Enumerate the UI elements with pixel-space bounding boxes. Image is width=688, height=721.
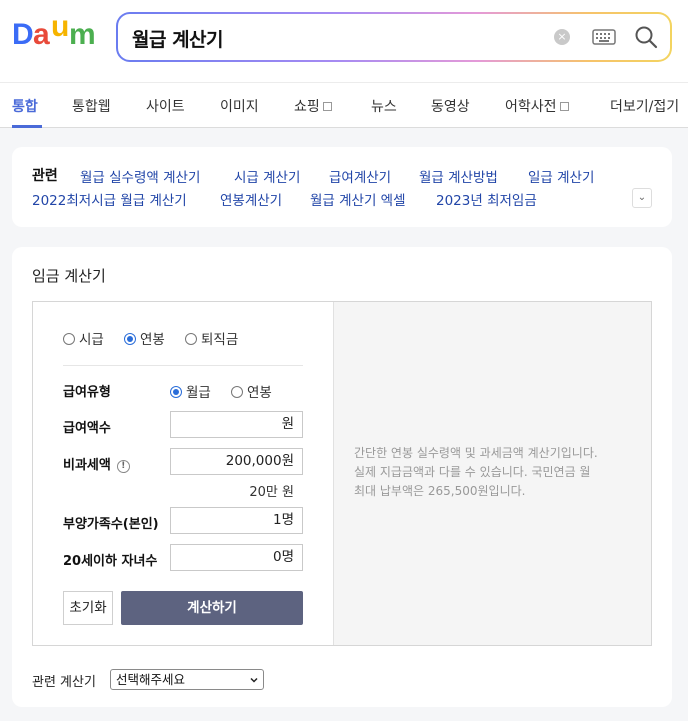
- amount-label: 급여액수: [63, 421, 111, 436]
- dependents-input[interactable]: 1명: [170, 507, 303, 534]
- reset-button[interactable]: 초기화: [63, 591, 113, 625]
- radio-dot: [63, 333, 75, 345]
- tab-shopping[interactable]: 쇼핑: [294, 96, 332, 116]
- amount-input[interactable]: 원: [170, 411, 303, 438]
- tab-integrated[interactable]: 통합: [12, 96, 38, 116]
- related-link[interactable]: 월급 계산기 엑셀: [310, 189, 406, 209]
- radio-label: 퇴직금: [201, 332, 239, 348]
- tab-site[interactable]: 사이트: [146, 96, 185, 116]
- radio-label: 시급: [79, 332, 104, 348]
- logo-letter-a: a: [33, 18, 50, 51]
- external-box-icon: [559, 102, 569, 111]
- nontax-label-text: 비과세액: [63, 458, 111, 473]
- related-link[interactable]: 연봉계산기: [220, 189, 282, 209]
- tab-video[interactable]: 동영상: [431, 96, 470, 116]
- related-calculator-label: 관련 계산기: [32, 675, 96, 690]
- related-link[interactable]: 일급 계산기: [528, 166, 594, 186]
- radio-dot: [231, 386, 243, 398]
- nontax-note: 20만 원: [249, 485, 294, 500]
- radio-severance[interactable]: 퇴직금: [185, 328, 238, 348]
- search-query[interactable]: 월급 계산기: [132, 25, 224, 52]
- nontax-input[interactable]: 200,000원: [170, 448, 303, 475]
- keyboard-icon[interactable]: [592, 28, 616, 46]
- logo-letter-u: u: [51, 10, 70, 43]
- search-icon[interactable]: [634, 25, 658, 49]
- external-box-icon: [322, 102, 332, 111]
- select-value: 선택해주세요: [116, 672, 186, 687]
- related-link[interactable]: 2023년 최저임금: [436, 189, 537, 209]
- tab-web[interactable]: 통합웹: [72, 96, 111, 116]
- calculator-description: 간단한 연봉 실수령액 및 과세금액 계산기입니다. 실제 지급금액과 다를 수…: [354, 444, 644, 501]
- radio-dot-selected: [170, 386, 182, 398]
- related-link[interactable]: 시급 계산기: [234, 166, 300, 186]
- search-box: 월급 계산기 ×: [116, 12, 672, 62]
- daum-logo[interactable]: D a u m: [12, 10, 98, 52]
- info-icon[interactable]: !: [116, 460, 130, 473]
- search-input[interactable]: 월급 계산기 ×: [118, 14, 670, 60]
- expand-toggle-icon[interactable]: ⌄: [632, 188, 652, 208]
- calculator-panel: 시급 연봉 퇴직금 급여유형 월급 연봉 급여액수 원 비과세액! 200,00…: [32, 301, 652, 646]
- logo-letter-d: D: [12, 18, 34, 51]
- header: D a u m 월급 계산기 ×: [0, 0, 688, 82]
- search-tabs: 통합 통합웹 사이트 이미지 쇼핑 뉴스 동영상 어학사전 더보기/접기: [0, 82, 688, 128]
- radio-dot-selected: [124, 333, 136, 345]
- calculator-info-panel: 간단한 연봉 실수령액 및 과세금액 계산기입니다. 실제 지급금액과 다를 수…: [334, 302, 651, 645]
- radio-yearly[interactable]: 연봉: [231, 381, 272, 401]
- related-link[interactable]: 월급 실수령액 계산기: [80, 166, 200, 186]
- divider: [63, 365, 303, 366]
- tab-more[interactable]: 더보기/접기: [610, 96, 679, 116]
- related-link[interactable]: 월급 계산방법: [419, 166, 498, 186]
- radio-label: 연봉: [140, 332, 165, 348]
- related-searches: 관련 월급 실수령액 계산기 시급 계산기 급여계산기 월급 계산방법 일급 계…: [12, 147, 672, 227]
- nontax-label: 비과세액!: [63, 454, 130, 473]
- clear-icon[interactable]: ×: [554, 29, 570, 45]
- related-link[interactable]: 급여계산기: [329, 166, 391, 186]
- related-title: 관련: [32, 168, 58, 184]
- radio-label: 연봉: [247, 385, 272, 401]
- radio-hourly[interactable]: 시급: [63, 328, 104, 348]
- pay-type-label: 급여유형: [63, 385, 111, 400]
- children-input[interactable]: 0명: [170, 544, 303, 571]
- tab-dictionary-label: 어학사전: [505, 99, 557, 115]
- children-label: 20세이하 자녀수: [63, 554, 158, 569]
- radio-monthly[interactable]: 월급: [170, 381, 211, 401]
- active-tab-indicator: [12, 125, 42, 128]
- calculator-title: 임금 계산기: [32, 267, 106, 285]
- dependents-label: 부양가족수(본인): [63, 517, 159, 532]
- wage-calculator: 임금 계산기 시급 연봉 퇴직금 급여유형 월급 연봉 급여액수 원 비과세액!…: [12, 247, 672, 707]
- calculator-form: 시급 연봉 퇴직금 급여유형 월급 연봉 급여액수 원 비과세액! 200,00…: [33, 302, 334, 645]
- radio-dot: [185, 333, 197, 345]
- chevron-down-icon: [250, 677, 258, 683]
- tab-shopping-label: 쇼핑: [294, 99, 320, 115]
- logo-letter-m: m: [69, 18, 96, 51]
- related-link[interactable]: 2022최저시급 월급 계산기: [32, 189, 187, 209]
- tab-dictionary[interactable]: 어학사전: [505, 96, 569, 116]
- tab-news[interactable]: 뉴스: [371, 96, 397, 116]
- related-calculator-select[interactable]: 선택해주세요: [110, 669, 264, 690]
- radio-label: 월급: [186, 385, 211, 401]
- tab-image[interactable]: 이미지: [220, 96, 259, 116]
- info-line: 실제 지급금액과 다를 수 있습니다. 국민연금 월: [354, 465, 591, 479]
- info-line: 간단한 연봉 실수령액 및 과세금액 계산기입니다.: [354, 446, 598, 460]
- radio-annual[interactable]: 연봉: [124, 328, 165, 348]
- calculate-button[interactable]: 계산하기: [121, 591, 303, 625]
- info-line: 최대 납부액은 265,500원입니다.: [354, 484, 526, 498]
